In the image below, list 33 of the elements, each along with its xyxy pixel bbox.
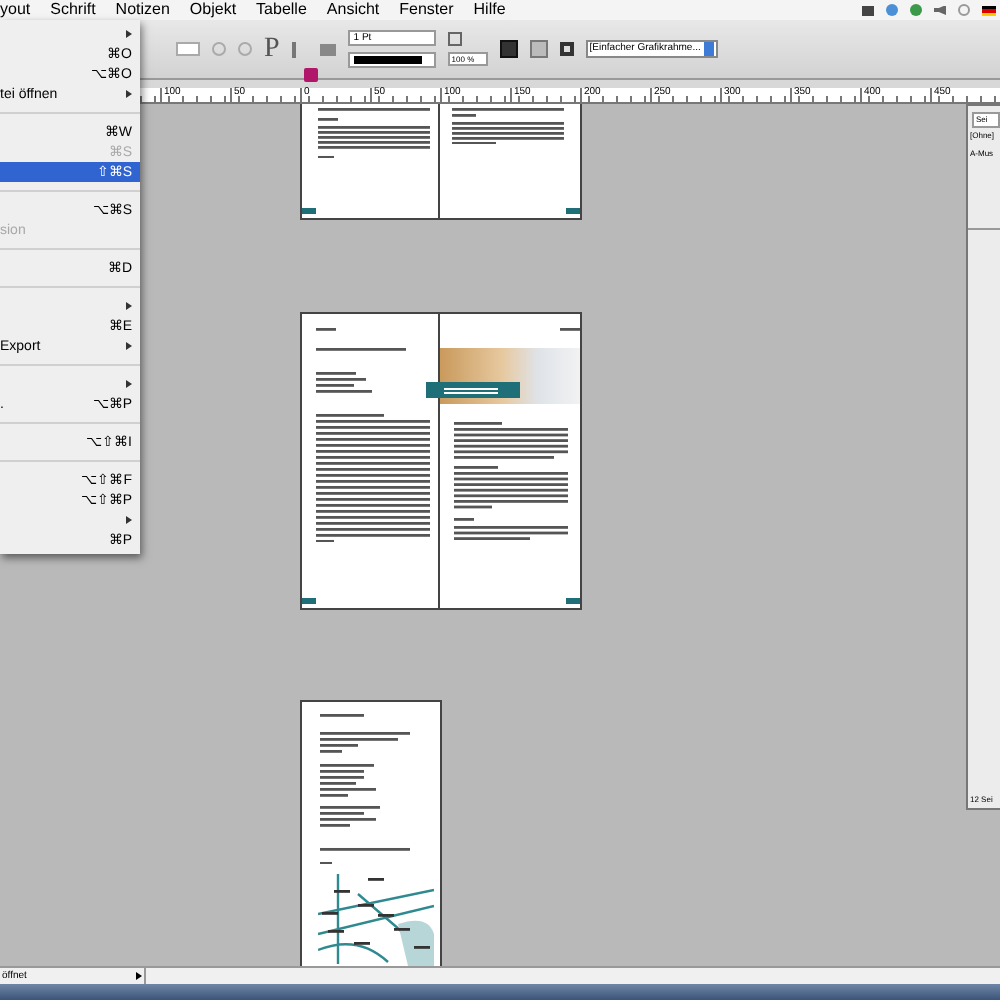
volume-icon[interactable]: [934, 5, 946, 15]
flag-icon[interactable]: [982, 5, 996, 15]
menu-bar-item[interactable]: Hilfe: [473, 2, 506, 18]
page-marker: [302, 208, 316, 214]
menu-bar-item[interactable]: Objekt: [189, 2, 237, 18]
menu-bar-item[interactable]: Schrift: [50, 2, 96, 18]
help-icon[interactable]: [958, 4, 970, 16]
menu-bar-item[interactable]: Ansicht: [326, 2, 380, 18]
spinner-field[interactable]: [176, 42, 200, 56]
type-icon[interactable]: P: [264, 35, 280, 63]
sync-icon[interactable]: [886, 4, 898, 16]
page-marker: [566, 208, 580, 214]
submenu-arrow-icon: [126, 302, 132, 310]
text-lines-drawing: [318, 108, 430, 159]
menu-bar-item[interactable]: Notizen: [115, 2, 170, 18]
submenu-arrow-icon: [126, 342, 132, 350]
menu-bar-item[interactable]: yout: [0, 2, 31, 18]
stroke-type-field[interactable]: [347, 52, 436, 68]
status-icon[interactable]: [910, 4, 922, 16]
display-icon[interactable]: [862, 5, 874, 15]
text-lines-drawing: [452, 108, 564, 145]
submenu-arrow-icon: [126, 380, 132, 388]
submenu-arrow-icon: [126, 90, 132, 98]
menu-bar-item[interactable]: Fenster: [399, 2, 454, 18]
page-marker: [566, 598, 580, 604]
object-style-icon[interactable]: [559, 42, 574, 56]
map-drawing: [318, 874, 434, 966]
menu-bar-item[interactable]: Tabelle: [256, 2, 307, 18]
page-marker: [302, 598, 316, 604]
submenu-arrow-icon: [126, 30, 132, 38]
fit-icon[interactable]: [447, 32, 462, 46]
submenu-arrow-icon: [126, 516, 132, 524]
stepper-icon: [704, 42, 715, 56]
